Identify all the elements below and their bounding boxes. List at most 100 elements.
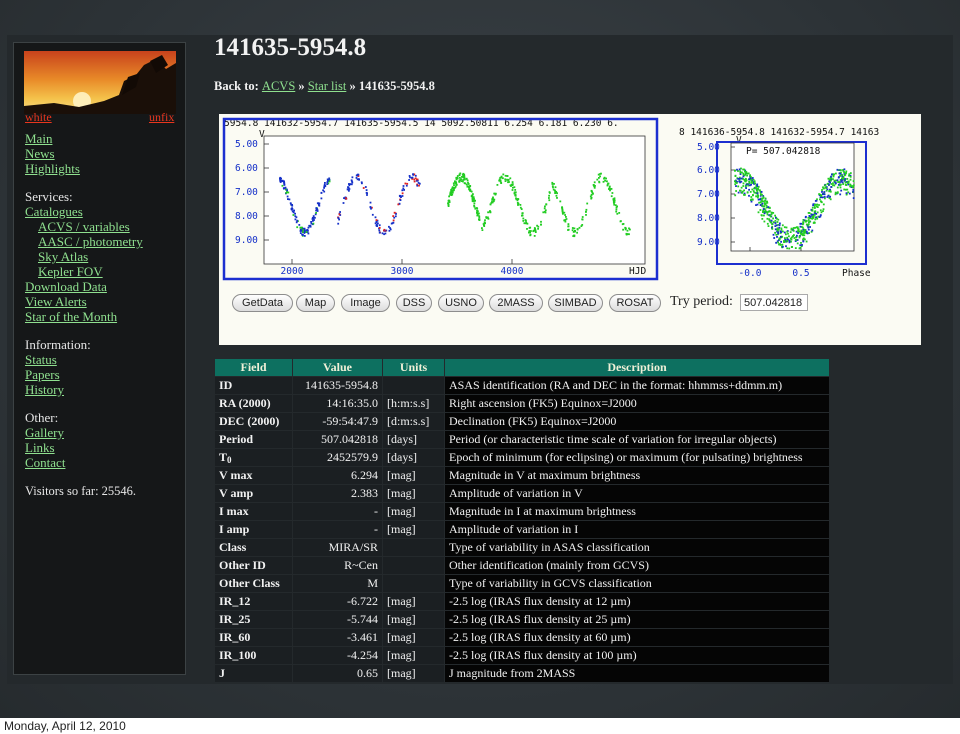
skin-white-link[interactable]: white [25,110,52,125]
data-point [842,176,845,178]
data-point [287,198,289,200]
data-point [448,195,450,198]
data-point [455,178,458,181]
getdata-button[interactable]: GetData [232,294,293,312]
cell-field: V max [215,467,292,484]
lightcurve-plot-area [263,135,646,265]
cell-field: I max [215,503,292,520]
sidebar-item-status[interactable]: Status [25,352,185,367]
sidebar-item-contact[interactable]: Contact [25,455,185,470]
sidebar-item-aasc-photometry[interactable]: AASC / photometry [25,234,185,249]
data-point [573,227,576,230]
data-point [591,190,593,193]
data-point [388,225,390,228]
data-point [762,208,765,210]
data-point [455,176,458,179]
data-point [756,183,759,186]
data-point [525,220,527,222]
cell-value: R~Cen [293,557,382,574]
data-point [540,220,542,223]
data-point [803,232,805,234]
data-point [802,226,804,229]
data-point [818,204,820,206]
sidebar-item-main[interactable]: Main [25,131,185,146]
data-point [804,229,807,232]
usno-button[interactable]: USNO [438,294,484,312]
data-point [748,194,750,197]
sidebar-item-acvs-variables[interactable]: ACVS / variables [25,219,185,234]
rosat-button[interactable]: ROSAT [609,294,661,312]
data-point [613,203,616,206]
sidebar-item-star-of-the-month[interactable]: Star of the Month [25,309,185,324]
data-point [521,214,524,217]
cell-units: [h:m:s.s] [383,395,444,412]
sidebar-item-news[interactable]: News [25,146,185,161]
data-point [594,185,596,187]
data-point [292,214,295,216]
data-point [852,180,855,182]
sidebar-item-papers[interactable]: Papers [25,367,185,382]
data-point [809,220,811,223]
breadcrumb-link-star-list[interactable]: Star list [308,79,347,93]
cell-description: Other identification (mainly from GCVS) [445,557,829,574]
data-point [805,240,808,243]
data-point [305,229,308,232]
data-point [514,189,517,191]
try-period-input[interactable] [740,294,808,311]
data-point [840,180,842,183]
data-point [544,210,546,213]
data-point [764,202,767,205]
data-point [755,186,757,189]
data-point [522,220,525,222]
data-point [286,195,289,198]
data-point [358,178,360,181]
data-point [749,174,751,177]
data-point [548,194,550,197]
data-point [515,197,517,200]
breadcrumb-link-acvs[interactable]: ACVS [262,79,295,93]
dss-button[interactable]: DSS [396,294,432,312]
sidebar-item-catalogues[interactable]: Catalogues [25,204,185,219]
2mass-button[interactable]: 2MASS [489,294,543,312]
data-point [347,186,349,188]
phased-x-label: Phase [842,268,871,279]
data-point [496,184,499,186]
sidebar-item-sky-atlas[interactable]: Sky Atlas [25,249,185,264]
data-point [351,176,354,179]
data-point [517,198,520,200]
data-point [734,169,737,172]
data-point [764,209,767,212]
data-point [811,209,814,211]
image-button[interactable]: Image [341,294,390,312]
data-point [313,219,315,221]
data-point [412,173,414,176]
cell-description: Type of variability in ASAS classificati… [445,539,829,556]
data-point [779,222,781,225]
data-point [741,171,743,174]
data-point [448,199,450,202]
data-point [542,211,545,214]
cell-description: Period (or characteristic time scale of … [445,431,829,448]
data-point [365,191,368,194]
sidebar-item-highlights[interactable]: Highlights [25,161,185,176]
sidebar-item-download-data[interactable]: Download Data [25,279,185,294]
sidebar-item-links[interactable]: Links [25,440,185,455]
data-point [746,191,749,194]
map-button[interactable]: Map [296,294,335,312]
data-point [365,189,368,191]
data-point [489,211,492,214]
data-point [743,189,745,192]
table-row: Period 507.042818 [days] Period (or charact… [215,431,829,448]
phased-y-tick-label: 7.00 [697,189,720,200]
sidebar-item-kepler-fov[interactable]: Kepler FOV [25,264,185,279]
data-point [370,207,372,210]
data-point [778,237,781,240]
skin-unfix-link[interactable]: unfix [149,110,174,125]
data-point [822,203,825,206]
sidebar-item-gallery[interactable]: Gallery [25,425,185,440]
data-point [302,234,304,236]
sidebar-item-view-alerts[interactable]: View Alerts [25,294,185,309]
sidebar-item-history[interactable]: History [25,382,185,397]
data-point [302,231,304,233]
simbad-button[interactable]: SIMBAD [548,294,603,312]
